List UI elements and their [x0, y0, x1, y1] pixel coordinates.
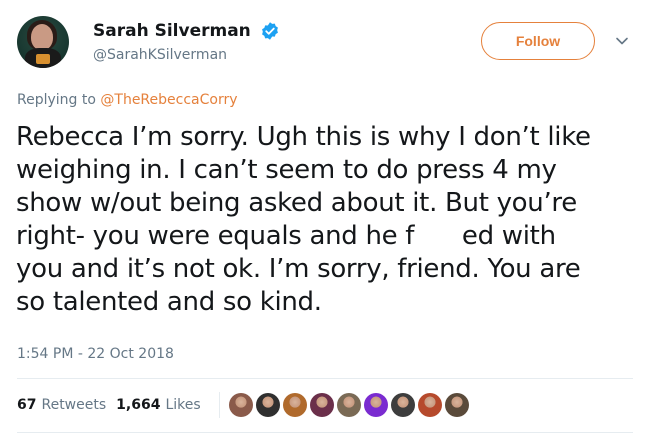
likes-stat[interactable]: 1,664 Likes — [116, 397, 201, 413]
liker-avatar[interactable] — [417, 393, 442, 417]
replying-to-prefix: Replying to — [17, 92, 96, 108]
tweet-line: you and it’s not ok. I’m sorry, friend. … — [16, 254, 581, 284]
retweets-label: Retweets — [41, 397, 107, 413]
tweet-header: Sarah Silverman @SarahKSilverman Follow — [15, 14, 646, 74]
tweet-timestamp[interactable]: 1:54 PM - 22 Oct 2018 — [17, 346, 174, 362]
user-name-block[interactable]: Sarah Silverman @SarahKSilverman — [93, 20, 280, 63]
stats-separator — [218, 392, 220, 418]
liker-avatar[interactable] — [255, 393, 280, 417]
tweet-line: show w/out being asked about it. But you… — [16, 188, 577, 218]
retweets-count: 67 — [17, 397, 37, 413]
liker-avatar[interactable] — [228, 393, 253, 417]
liker-avatar[interactable] — [309, 393, 334, 417]
replying-to: Replying to @TheRebeccaCorry — [17, 92, 238, 108]
tweet-text: Rebecca I’m sorry. Ugh this is why I don… — [16, 121, 636, 319]
divider — [17, 432, 633, 433]
tweet-line: weighing in. I can’t seem to do press 4 … — [16, 155, 557, 185]
display-name[interactable]: Sarah Silverman — [93, 21, 251, 41]
retweets-stat[interactable]: 67 Retweets — [17, 397, 106, 413]
tweet-line: so talented and so kind. — [16, 287, 322, 317]
likes-label: Likes — [165, 397, 201, 413]
liker-avatars — [228, 393, 472, 417]
tweet-line: right- you were equals and he f ed with — [16, 221, 556, 251]
reply-mention-link[interactable]: @TheRebeccaCorry — [100, 92, 237, 108]
liker-avatar[interactable] — [282, 393, 307, 417]
follow-button[interactable]: Follow — [481, 22, 595, 60]
verified-badge-icon — [261, 21, 278, 40]
likes-count: 1,664 — [116, 397, 161, 413]
liker-avatar[interactable] — [390, 393, 415, 417]
liker-avatar[interactable] — [336, 393, 361, 417]
user-avatar[interactable] — [17, 16, 69, 68]
divider — [17, 378, 633, 379]
tweet-stats: 67 Retweets 1,664 Likes — [17, 392, 472, 418]
liker-avatar[interactable] — [444, 393, 469, 417]
chevron-down-icon[interactable] — [615, 34, 629, 48]
tweet-line: Rebecca I’m sorry. Ugh this is why I don… — [16, 122, 591, 152]
liker-avatar[interactable] — [363, 393, 388, 417]
user-handle[interactable]: @SarahKSilverman — [93, 47, 280, 63]
